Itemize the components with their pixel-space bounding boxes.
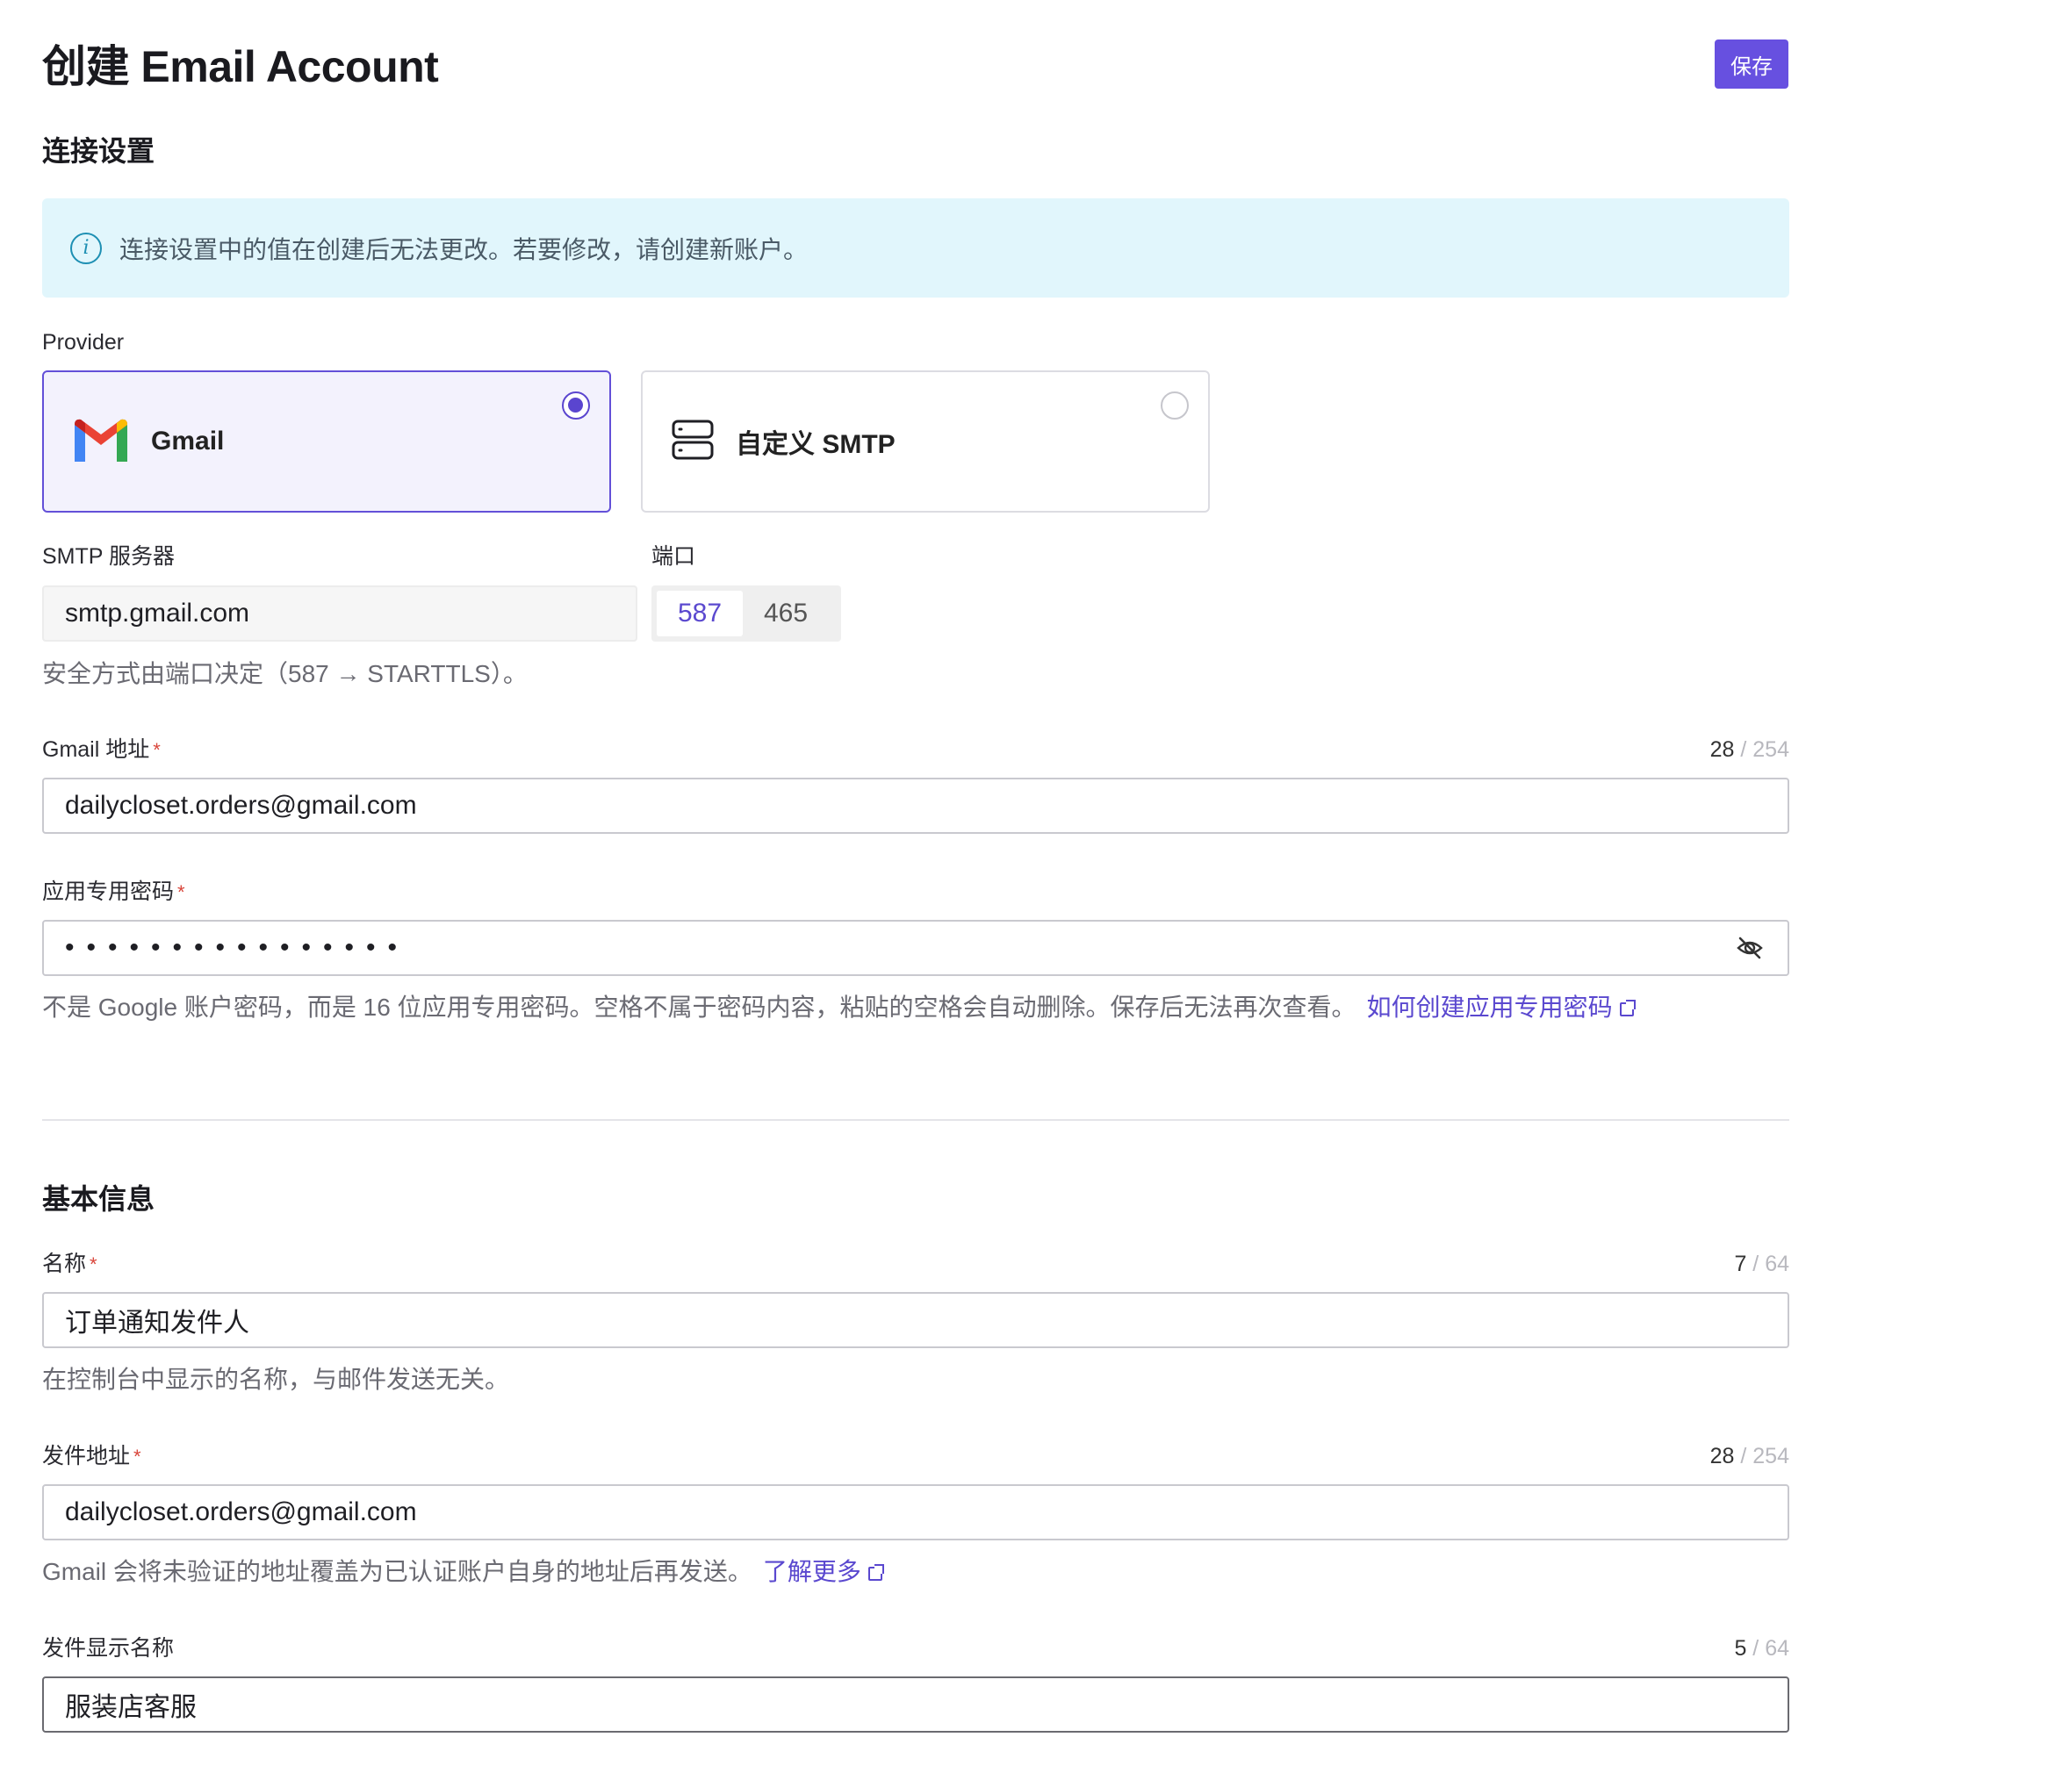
info-banner-text: 连接设置中的值在创建后无法更改。若要修改，请创建新账户。 [119, 235, 809, 263]
required-marker: * [177, 881, 185, 903]
from-address-help: Gmail 会将未验证的地址覆盖为已认证账户自身的地址后再发送。 了解更多 [42, 1554, 884, 1590]
gmail-address-label: Gmail 地址 * [42, 736, 161, 764]
char-count: 28 [1709, 1444, 1735, 1468]
display-name-counter: 5 / 64 [1614, 1634, 1789, 1662]
from-address-label-text: 发件地址 [42, 1444, 131, 1468]
smtp-server-field: smtp.gmail.com [42, 585, 637, 642]
app-password-input[interactable]: •••••••••••••••• [42, 920, 1789, 976]
server-icon [669, 416, 716, 468]
section-title-basic: 基本信息 [42, 1183, 155, 1215]
from-address-input[interactable]: dailycloset.orders@gmail.com [42, 1484, 1789, 1540]
name-help-text: 在控制台中显示的名称，与邮件发送无关。 [42, 1366, 510, 1393]
eye-off-icon[interactable] [1735, 933, 1765, 963]
char-max: / 254 [1740, 1444, 1789, 1468]
name-counter: 7 / 64 [1614, 1250, 1789, 1278]
save-button[interactable]: 保存 [1715, 39, 1788, 89]
port-label: 端口 [651, 544, 696, 569]
app-password-help: 不是 Google 账户密码，而是 16 位应用专用密码。空格不属于密码内容，粘… [42, 990, 1636, 1025]
char-count: 28 [1709, 737, 1735, 762]
provider-name-custom-smtp: 自定义 SMTP [736, 430, 896, 459]
gmail-address-input[interactable]: dailycloset.orders@gmail.com [42, 778, 1789, 834]
app-password-help-text: 不是 Google 账户密码，而是 16 位应用专用密码。空格不属于密码内容，粘… [42, 994, 1356, 1021]
char-max: / 64 [1752, 1636, 1789, 1661]
learn-more-link[interactable]: 了解更多 [762, 1558, 884, 1585]
char-max: / 64 [1752, 1252, 1789, 1276]
required-marker: * [90, 1253, 97, 1275]
required-marker: * [133, 1446, 141, 1468]
gmail-logo-icon [70, 416, 132, 468]
required-marker: * [153, 739, 161, 761]
from-address-help-text: Gmail 会将未验证的地址覆盖为已认证账户自身的地址后再发送。 [42, 1558, 752, 1585]
info-banner: i 连接设置中的值在创建后无法更改。若要修改，请创建新账户。 [42, 198, 1789, 298]
name-label-text: 名称 [42, 1252, 87, 1276]
port-selector: 587 465 [651, 585, 841, 642]
provider-name-gmail: Gmail [151, 427, 225, 456]
page-title: 创建 Email Account [42, 42, 439, 91]
app-password-howto-link-text: 如何创建应用专用密码 [1366, 994, 1613, 1021]
provider-option-gmail[interactable]: Gmail [42, 370, 611, 513]
display-name-input[interactable]: 服装店客服 [42, 1676, 1789, 1733]
char-count: 7 [1734, 1252, 1747, 1276]
learn-more-link-text: 了解更多 [762, 1558, 861, 1585]
security-help-text: 安全方式由端口决定（587 → STARTTLS）。 [42, 660, 528, 687]
port-option-465[interactable]: 465 [743, 591, 829, 636]
char-max: / 254 [1740, 737, 1789, 762]
char-count: 5 [1734, 1636, 1747, 1661]
external-link-icon [1619, 1000, 1636, 1016]
display-name-label: 发件显示名称 [42, 1636, 175, 1661]
provider-label: Provider [42, 330, 125, 355]
gmail-address-label-text: Gmail 地址 [42, 737, 150, 762]
gmail-address-counter: 28 / 254 [1614, 736, 1789, 764]
radio-custom-smtp[interactable] [1161, 391, 1189, 420]
radio-gmail[interactable] [562, 391, 590, 420]
provider-option-custom-smtp[interactable]: 自定义 SMTP [641, 370, 1210, 513]
info-icon: i [70, 232, 102, 264]
from-address-counter: 28 / 254 [1614, 1442, 1789, 1470]
section-title-connection: 连接设置 [42, 135, 155, 167]
section-divider [42, 1119, 1789, 1121]
external-link-icon [867, 1564, 884, 1581]
app-password-label-text: 应用专用密码 [42, 879, 175, 904]
app-password-howto-link[interactable]: 如何创建应用专用密码 [1366, 994, 1636, 1021]
app-password-label: 应用专用密码 * [42, 878, 185, 907]
password-mask: •••••••••••••••• [65, 933, 410, 962]
from-address-label: 发件地址 * [42, 1442, 141, 1471]
name-label: 名称 * [42, 1250, 97, 1279]
port-option-587[interactable]: 587 [657, 591, 743, 636]
name-input[interactable]: 订单通知发件人 [42, 1292, 1789, 1348]
smtp-server-label: SMTP 服务器 [42, 544, 175, 569]
